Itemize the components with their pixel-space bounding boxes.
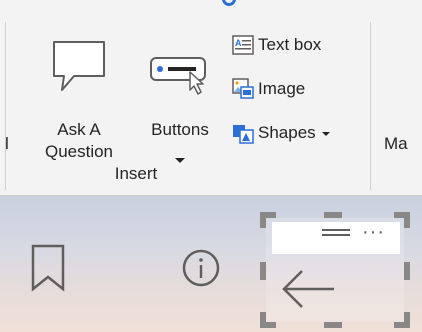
back-button-visual[interactable]: ··· <box>260 212 410 328</box>
top-strip <box>0 0 422 14</box>
bookmark-icon[interactable] <box>30 244 66 292</box>
text-box-icon: A <box>232 35 254 55</box>
resize-handle[interactable] <box>260 312 266 328</box>
resize-handle[interactable] <box>404 212 410 228</box>
text-box-button[interactable]: A Text box <box>232 30 362 60</box>
chevron-down-icon <box>175 158 185 163</box>
ask-a-question-label-line1: Ask A <box>57 120 101 139</box>
ribbon-insert: l Ma Ask A Question Buttons A Text box I… <box>0 14 422 196</box>
ask-a-question-button[interactable]: Ask A Question <box>24 34 134 169</box>
shapes-label: Shapes <box>258 123 316 142</box>
ask-a-question-label-line2: Question <box>44 142 114 161</box>
image-icon <box>232 78 254 99</box>
svg-text:A: A <box>235 38 242 48</box>
resize-handle[interactable] <box>404 262 410 280</box>
resize-handle[interactable] <box>324 322 342 328</box>
visual-header: ··· <box>272 222 400 254</box>
shapes-button[interactable]: Shapes <box>232 118 362 148</box>
resize-handle[interactable] <box>404 312 410 328</box>
speech-bubble-icon <box>53 41 105 91</box>
image-label: Image <box>258 79 306 98</box>
button-cursor-icon <box>150 57 206 95</box>
resize-handle[interactable] <box>260 212 266 228</box>
next-group-label-partial: Ma <box>384 134 408 153</box>
buttons-label: Buttons <box>151 120 209 139</box>
info-icon[interactable] <box>181 248 221 288</box>
app-window: l Ma Ask A Question Buttons A Text box I… <box>0 0 422 332</box>
cut-off-heading-glyph <box>222 0 236 6</box>
group-separator <box>5 22 6 190</box>
resize-handle[interactable] <box>324 212 342 218</box>
resize-handle[interactable] <box>260 262 266 280</box>
back-arrow-icon <box>282 270 334 308</box>
image-button[interactable]: Image <box>232 74 362 104</box>
insert-group-label: Insert <box>114 164 158 183</box>
text-box-label: Text box <box>258 35 322 54</box>
previous-group-label-partial: l <box>5 134 9 153</box>
report-canvas[interactable]: ··· <box>0 196 422 332</box>
shapes-icon <box>233 125 254 144</box>
drag-handle-icon[interactable] <box>322 228 350 238</box>
more-options-icon[interactable]: ··· <box>362 222 385 242</box>
chevron-down-icon <box>321 132 330 136</box>
buttons-button[interactable]: Buttons <box>134 34 226 169</box>
group-separator <box>370 22 371 190</box>
